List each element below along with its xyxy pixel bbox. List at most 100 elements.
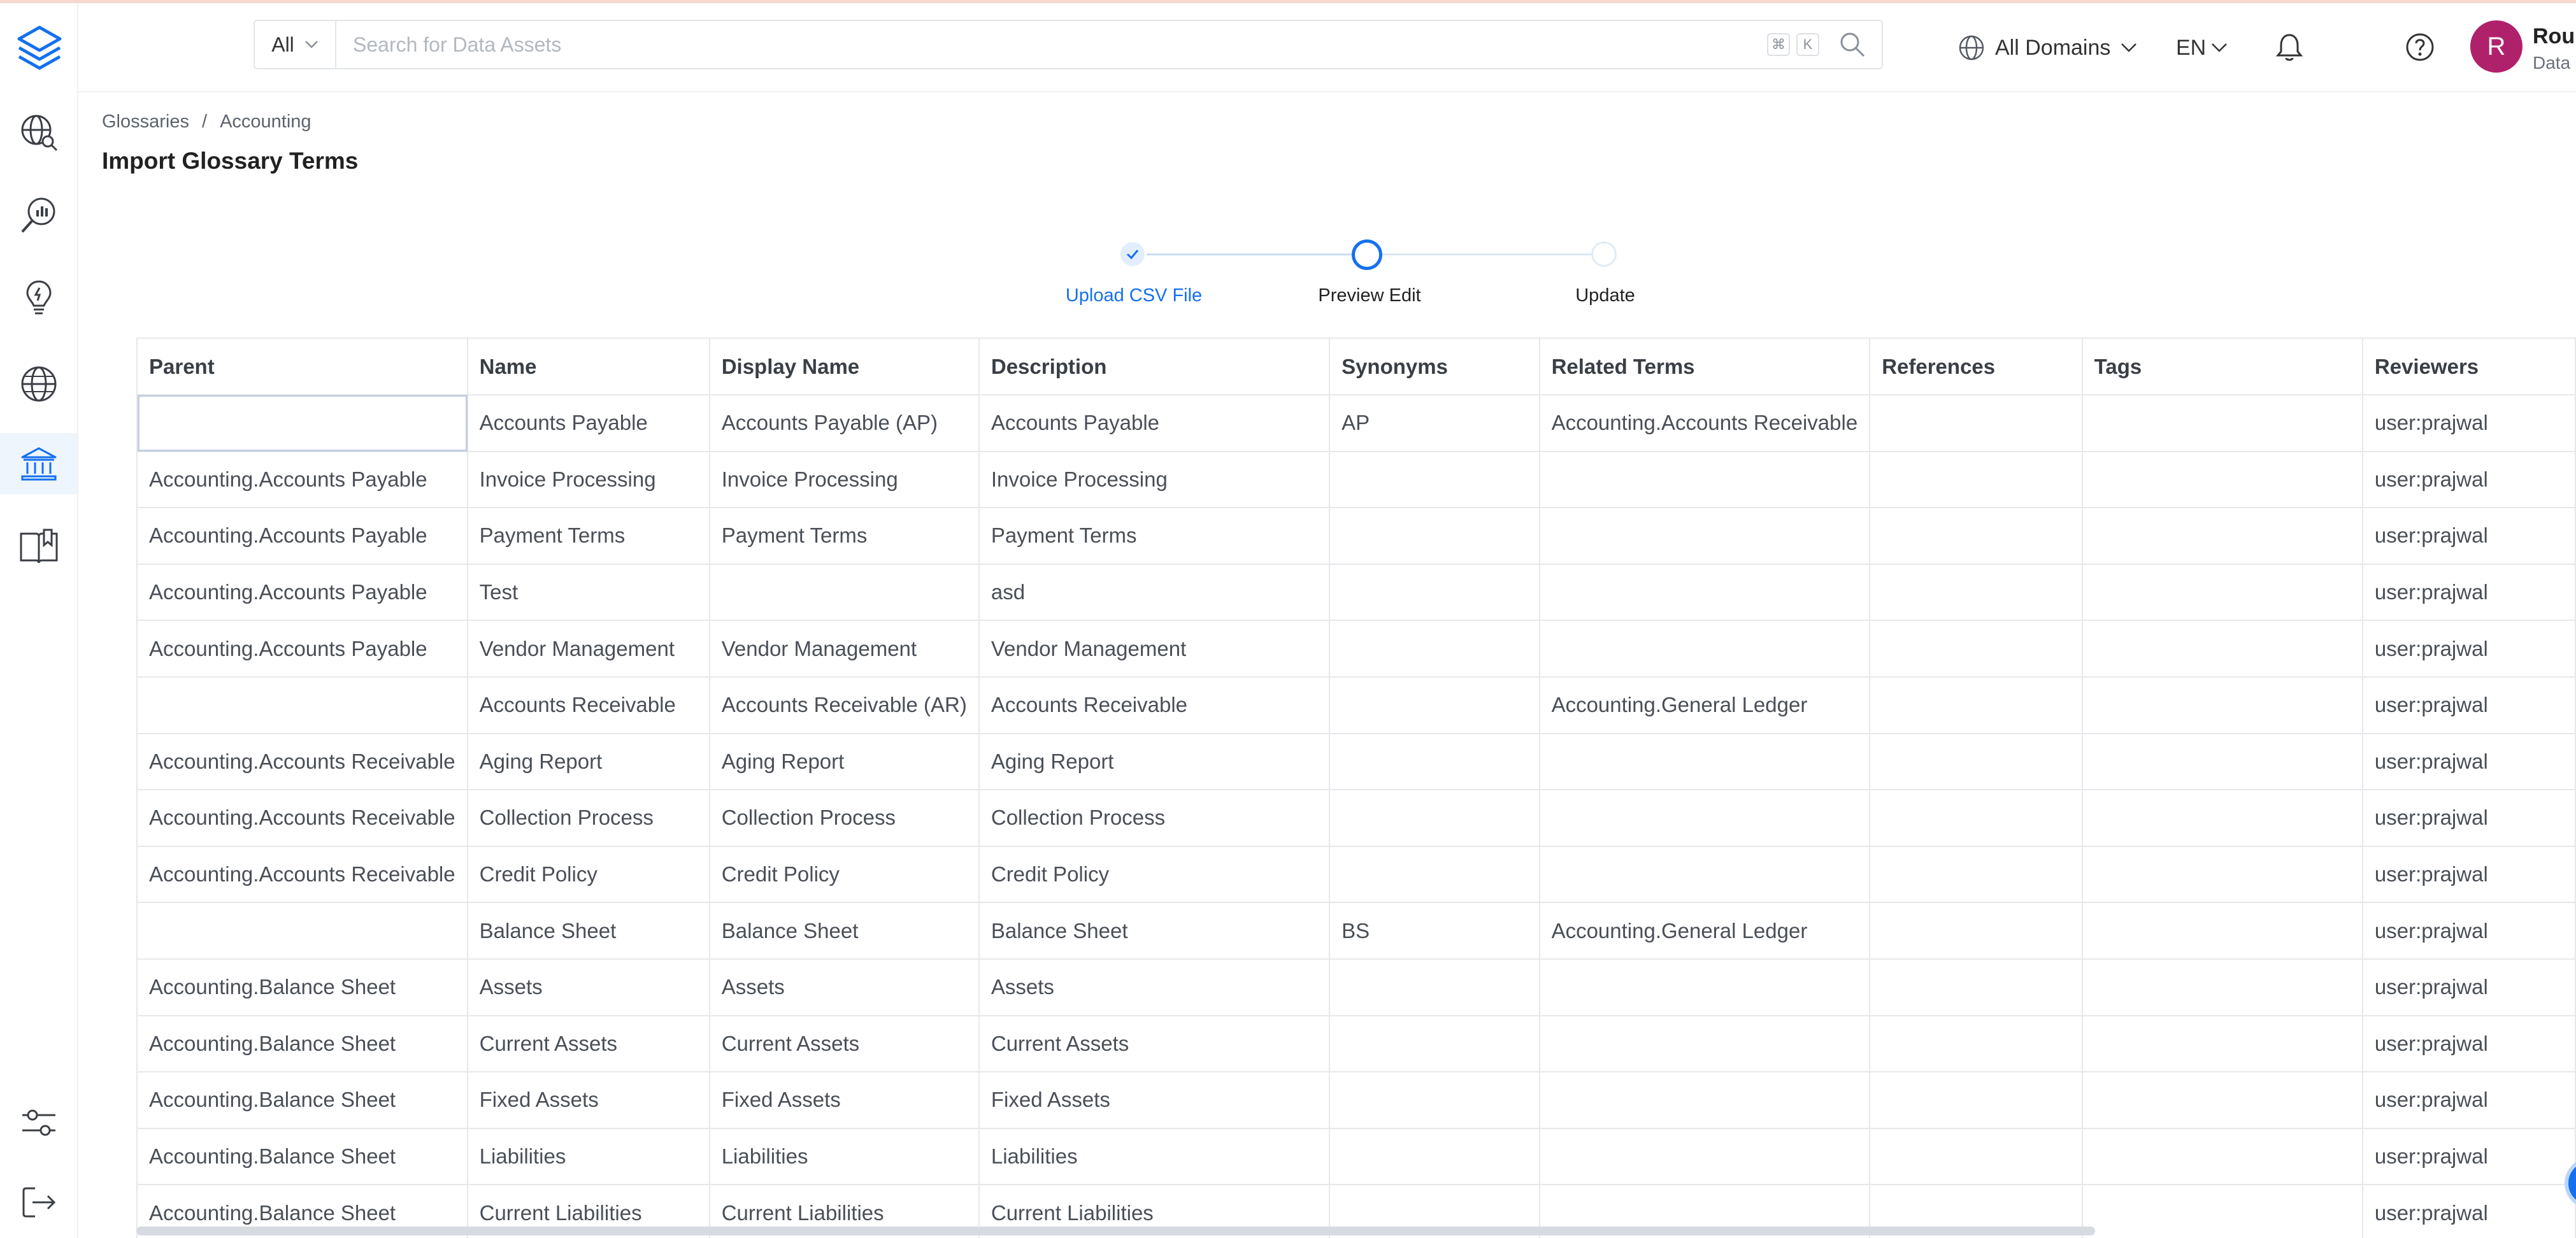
table-cell[interactable]: Aging Report [978, 733, 1331, 791]
table-cell[interactable]: Collection Process [709, 790, 980, 847]
table-cell[interactable] [1539, 846, 1871, 904]
table-cell[interactable]: Current Assets [467, 1015, 710, 1073]
table-cell[interactable] [1870, 790, 2083, 847]
table-cell[interactable] [1870, 733, 2083, 791]
table-cell[interactable]: Balance Sheet [709, 902, 980, 960]
table-cell[interactable]: Assets [978, 958, 1331, 1016]
table-cell[interactable]: Accounting.Balance Sheet [138, 1128, 468, 1186]
table-cell[interactable]: Liabilities [709, 1128, 980, 1186]
table-cell[interactable]: Current Assets [978, 1015, 1331, 1073]
sidebar-item-governance[interactable] [0, 433, 77, 494]
table-cell[interactable]: Accounting.Accounts Receivable [138, 733, 468, 791]
table-cell[interactable] [1329, 1072, 1540, 1129]
table-cell[interactable] [1329, 958, 1540, 1016]
table-cell[interactable]: Vendor Management [467, 620, 710, 678]
table-cell[interactable]: Vendor Management [709, 620, 980, 678]
table-cell[interactable]: Accounting.Accounts Payable [138, 508, 468, 565]
breadcrumb-accounting[interactable]: Accounting [220, 111, 311, 132]
table-cell[interactable]: user:prajwal [2362, 1185, 2576, 1238]
table-cell[interactable]: Accounting.Balance Sheet [138, 958, 468, 1016]
table-cell[interactable]: Invoice Processing [709, 451, 980, 509]
table-cell[interactable] [2082, 790, 2363, 847]
table-cell[interactable]: asd [978, 564, 1331, 622]
preview-table-container[interactable]: Parent Name Display Name Description Synonym… [136, 338, 2576, 1238]
sidebar-item-domains[interactable] [0, 353, 77, 415]
table-cell[interactable]: Aging Report [709, 733, 980, 791]
column-header[interactable]: Name [467, 339, 710, 395]
table-cell[interactable]: user:prajwal [2362, 451, 2576, 509]
table-cell[interactable]: user:prajwal [2362, 564, 2576, 622]
table-cell[interactable]: user:prajwal [2362, 1072, 2576, 1129]
table-cell[interactable] [2082, 1185, 2363, 1238]
table-cell[interactable] [1870, 1072, 2083, 1129]
table-cell[interactable]: Invoice Processing [467, 451, 710, 509]
table-cell[interactable]: Assets [467, 958, 710, 1016]
table-cell[interactable]: Accounting.Accounts Receivable [138, 790, 468, 847]
table-cell[interactable] [1329, 733, 1540, 791]
table-cell[interactable]: user:prajwal [2362, 958, 2576, 1016]
table-cell[interactable]: user:prajwal [2362, 620, 2576, 678]
horizontal-scrollbar[interactable] [136, 1227, 2095, 1235]
table-cell[interactable]: Credit Policy [467, 846, 710, 904]
table-cell[interactable] [1329, 846, 1540, 904]
table-cell[interactable] [1329, 676, 1540, 734]
table-cell[interactable]: Accounting.Accounts Receivable [138, 846, 468, 904]
table-cell[interactable]: Balance Sheet [978, 902, 1331, 960]
table-cell[interactable]: AP [1329, 395, 1540, 452]
table-cell[interactable]: user:prajwal [2362, 676, 2576, 734]
sidebar-item-logout[interactable] [0, 1172, 77, 1233]
table-cell[interactable] [1329, 564, 1540, 622]
column-header[interactable]: Reviewers [2362, 339, 2576, 395]
table-cell[interactable]: Test [467, 564, 710, 622]
table-cell[interactable] [1539, 620, 1871, 678]
table-cell[interactable]: Accounting.Accounts Payable [138, 451, 468, 509]
table-cell[interactable] [138, 902, 468, 960]
search-icon[interactable] [1838, 31, 1866, 59]
table-cell[interactable] [2082, 395, 2363, 452]
table-cell[interactable]: Accounts Receivable [467, 676, 710, 734]
column-header[interactable]: Display Name [709, 339, 980, 395]
table-cell[interactable]: user:prajwal [2362, 790, 2576, 847]
table-cell[interactable]: Accounting.General Ledger [1539, 676, 1871, 734]
table-cell[interactable]: user:prajwal [2362, 1015, 2576, 1073]
table-cell[interactable]: Vendor Management [978, 620, 1331, 678]
table-cell[interactable] [1870, 902, 2083, 960]
language-selector[interactable]: EN [2176, 29, 2228, 67]
table-cell[interactable]: Invoice Processing [978, 451, 1331, 509]
table-cell[interactable] [1870, 508, 2083, 565]
layers-logo-icon[interactable] [14, 22, 65, 73]
table-cell[interactable] [2082, 733, 2363, 791]
column-header[interactable]: References [1870, 339, 2083, 395]
table-cell[interactable] [1539, 1072, 1871, 1129]
sidebar-item-explore[interactable] [0, 102, 77, 163]
column-header[interactable]: Description [978, 339, 1331, 395]
table-cell[interactable]: Accounts Receivable [978, 676, 1331, 734]
table-cell[interactable]: Aging Report [467, 733, 710, 791]
table-cell[interactable]: Liabilities [467, 1128, 710, 1186]
table-cell[interactable] [2082, 846, 2363, 904]
avatar[interactable]: R [2470, 20, 2522, 73]
table-cell[interactable] [1539, 451, 1871, 509]
table-cell[interactable]: Payment Terms [467, 508, 710, 565]
table-cell[interactable] [1870, 620, 2083, 678]
bell-icon[interactable] [2273, 31, 2305, 63]
domain-selector[interactable]: All Domains [1958, 29, 2137, 67]
table-cell[interactable] [1329, 620, 1540, 678]
sidebar-item-settings[interactable] [0, 1092, 77, 1153]
table-cell[interactable]: Payment Terms [978, 508, 1331, 565]
breadcrumb-glossaries[interactable]: Glossaries [102, 111, 189, 132]
table-cell[interactable]: Current Assets [709, 1015, 980, 1073]
table-cell[interactable] [138, 676, 468, 734]
table-cell[interactable]: Accounts Payable (AP) [709, 395, 980, 452]
table-cell[interactable]: Accounts Payable [467, 395, 710, 452]
table-cell[interactable] [2082, 1128, 2363, 1186]
table-cell[interactable]: Credit Policy [709, 846, 980, 904]
table-cell[interactable]: Liabilities [978, 1128, 1331, 1186]
table-cell[interactable] [1329, 1015, 1540, 1073]
table-cell[interactable] [2082, 508, 2363, 565]
table-cell[interactable]: Balance Sheet [467, 902, 710, 960]
table-cell[interactable] [2082, 1015, 2363, 1073]
table-cell[interactable] [1539, 1015, 1871, 1073]
table-cell[interactable] [1329, 1128, 1540, 1186]
table-cell[interactable]: Fixed Assets [978, 1072, 1331, 1129]
